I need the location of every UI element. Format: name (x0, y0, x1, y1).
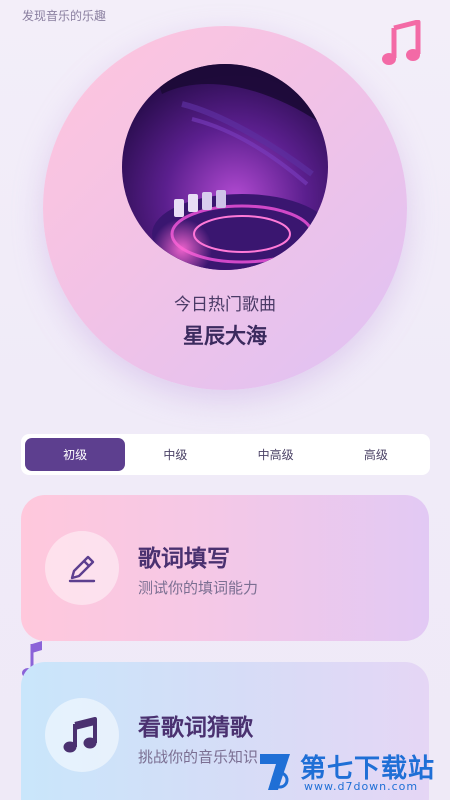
watermark-logo-icon (260, 754, 290, 790)
watermark: 第七下载站 www.d7down.com (256, 748, 446, 796)
music-note-icon (45, 698, 119, 772)
card-description: 测试你的填词能力 (138, 579, 259, 597)
song-title[interactable]: 星辰大海 (43, 320, 407, 350)
card-description: 挑战你的音乐知识 (138, 748, 259, 766)
card-title: 歌词填写 (138, 546, 230, 572)
pencil-icon (45, 531, 119, 605)
music-note-icon (382, 20, 421, 65)
level-tab-upper-intermediate[interactable]: 中高级 (226, 438, 326, 471)
featured-song-disc[interactable]: 今日热门歌曲 星辰大海 (43, 26, 407, 390)
level-tab-beginner[interactable]: 初级 (25, 438, 126, 471)
level-tab-advanced[interactable]: 高级 (326, 438, 426, 471)
album-cover-image[interactable] (122, 64, 328, 270)
level-selector: 初级 中级 中高级 高级 (21, 434, 430, 475)
app-tagline: 发现音乐的乐趣 (22, 9, 107, 23)
lyrics-fill-card[interactable]: 歌词填写 测试你的填词能力 (21, 495, 429, 641)
watermark-url: www.d7down.com (304, 780, 419, 793)
level-tab-intermediate[interactable]: 中级 (125, 438, 225, 471)
dj-turntable-image (152, 64, 328, 270)
card-title: 看歌词猜歌 (138, 715, 253, 741)
hero-subtitle: 今日热门歌曲 (174, 295, 276, 315)
